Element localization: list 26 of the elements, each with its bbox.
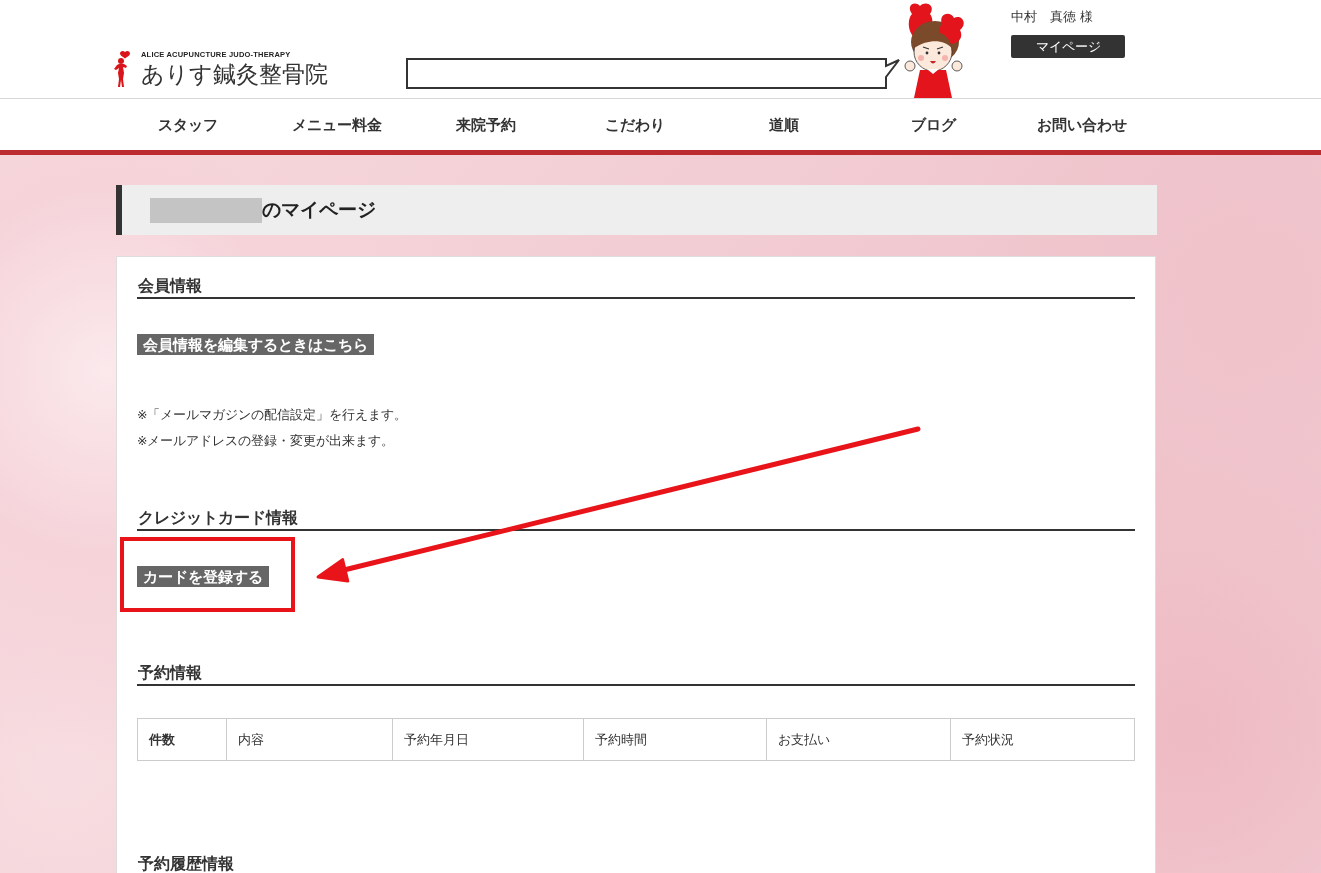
girl-silhouette-icon bbox=[113, 50, 133, 88]
table-header-cell: 予約年月日 bbox=[392, 718, 584, 761]
nav-link[interactable]: こだわり bbox=[605, 114, 665, 135]
nav-link[interactable]: ブログ bbox=[910, 114, 956, 135]
nav-link[interactable]: お問い合わせ bbox=[1037, 114, 1128, 135]
section-heading: 予約情報 bbox=[137, 662, 1135, 686]
mypage-button[interactable]: マイページ bbox=[1011, 35, 1125, 58]
nav-link[interactable]: スタッフ bbox=[157, 114, 218, 135]
table-header-cell: 予約時間 bbox=[583, 718, 767, 761]
table-header-cell: お支払い bbox=[766, 718, 951, 761]
section-heading: 会員情報 bbox=[137, 275, 1135, 299]
nav-link[interactable]: メニュー料金 bbox=[291, 114, 382, 135]
nav-link[interactable]: 来院予約 bbox=[455, 114, 516, 135]
section-heading: 予約履歴情報 bbox=[137, 853, 1135, 873]
page-title: のマイページ bbox=[262, 198, 376, 222]
logo-name: ありす鍼灸整骨院 bbox=[141, 60, 328, 88]
user-name: 中村 真徳 様 bbox=[1011, 8, 1094, 26]
action-button[interactable]: カードを登録する bbox=[137, 566, 269, 587]
table-header-cell: 予約状況 bbox=[950, 718, 1135, 761]
action-button[interactable]: 会員情報を編集するときはこちら bbox=[137, 334, 374, 355]
table-header-cell: 内容 bbox=[226, 718, 393, 761]
note-text: ※メールアドレスの登録・変更が出来ます。 bbox=[137, 432, 396, 450]
nav-link[interactable]: 道順 bbox=[769, 114, 800, 135]
note-text: ※「メールマガジンの配信設定」を行えます。 bbox=[137, 407, 409, 424]
section-heading: クレジットカード情報 bbox=[137, 507, 1135, 531]
table-header-cell: 件数 bbox=[137, 718, 227, 761]
